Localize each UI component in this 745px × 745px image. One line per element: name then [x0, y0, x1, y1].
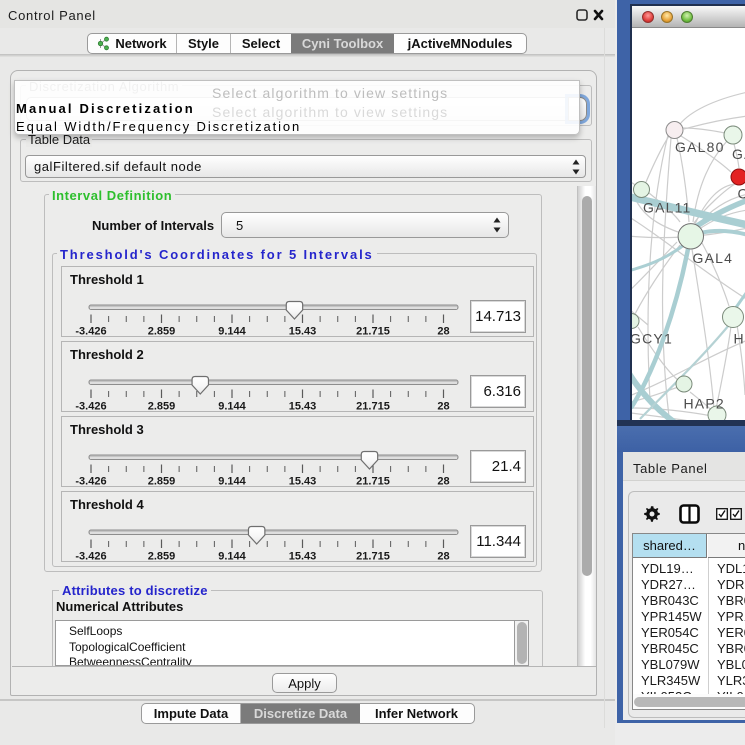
svg-text:28: 28 — [437, 401, 449, 413]
svg-text:21.715: 21.715 — [356, 401, 390, 413]
svg-text:15.43: 15.43 — [289, 551, 317, 563]
svg-text:21.715: 21.715 — [356, 551, 390, 563]
svg-text:C: C — [738, 186, 745, 202]
svg-text:GAL80: GAL80 — [675, 139, 725, 155]
svg-text:GA: GA — [732, 146, 745, 162]
svg-text:9.144: 9.144 — [218, 551, 246, 563]
svg-text:GAL11: GAL11 — [643, 200, 692, 216]
svg-text:9.144: 9.144 — [218, 326, 246, 338]
svg-text:21.715: 21.715 — [356, 476, 390, 488]
svg-text:2.859: 2.859 — [148, 326, 176, 338]
svg-text:28: 28 — [437, 476, 449, 488]
svg-text:15.43: 15.43 — [289, 326, 317, 338]
svg-text:2.859: 2.859 — [148, 476, 176, 488]
svg-text:-3.426: -3.426 — [75, 551, 106, 563]
svg-text:9.144: 9.144 — [218, 476, 246, 488]
svg-text:H: H — [734, 331, 745, 347]
svg-text:-3.426: -3.426 — [75, 326, 106, 338]
svg-text:2.859: 2.859 — [148, 551, 176, 563]
svg-text:-3.426: -3.426 — [75, 401, 106, 413]
svg-text:15.43: 15.43 — [289, 401, 317, 413]
svg-text:GAL4: GAL4 — [693, 250, 734, 266]
svg-text:28: 28 — [437, 551, 449, 563]
svg-text:-3.426: -3.426 — [75, 476, 106, 488]
svg-text:HAP2: HAP2 — [684, 396, 725, 412]
svg-text:15.43: 15.43 — [289, 476, 317, 488]
svg-text:9.144: 9.144 — [218, 401, 246, 413]
svg-text:GCY1: GCY1 — [632, 331, 673, 347]
svg-text:21.715: 21.715 — [356, 326, 390, 338]
svg-text:28: 28 — [437, 326, 449, 338]
svg-text:2.859: 2.859 — [148, 401, 176, 413]
